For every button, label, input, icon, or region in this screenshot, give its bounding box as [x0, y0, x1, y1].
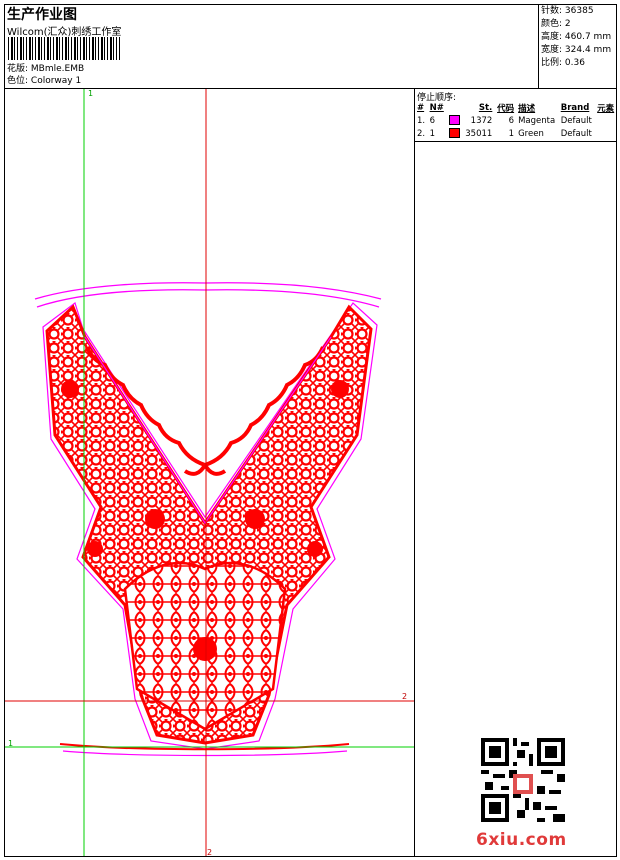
col-n: N# — [429, 102, 444, 113]
guide-v2-label: 2 — [207, 848, 213, 857]
table-divider — [414, 141, 617, 142]
design-info: 花版: MBmle.EMB 色位: Colorway 1 — [7, 63, 84, 87]
col-brand: Brand — [560, 102, 590, 113]
table-header: # N# St. 代码 描述 Brand 元素 — [415, 101, 617, 114]
spec-width: 宽度: 324.4 mm — [541, 45, 612, 55]
color-swatch — [448, 114, 460, 125]
col-code: 代码 — [497, 103, 515, 114]
company-name: Wilcom(汇众)刺绣工作室 — [7, 27, 122, 38]
col-swatch — [447, 101, 463, 114]
table-row: 2. 1 35011 1 Green Default — [417, 127, 592, 139]
qr-code — [481, 738, 565, 822]
col-desc: 描述 — [518, 103, 536, 114]
guide-v1-label: 1 — [88, 89, 94, 98]
color-swatch — [448, 127, 460, 138]
specs-divider — [538, 4, 539, 89]
barcode — [8, 37, 120, 60]
guide-h2-label: 2 — [402, 692, 408, 701]
sidebar-divider — [414, 88, 415, 857]
specs-panel: 针数: 36385 颜色: 2 高度: 460.7 mm 宽度: 324.4 m… — [541, 5, 611, 70]
page-title: 生产作业图 — [7, 7, 77, 23]
spec-height: 高度: 460.7 mm — [541, 32, 612, 42]
spec-scale: 比例: 0.36 — [541, 58, 585, 68]
col-stitches: St. — [478, 102, 493, 113]
guide-h1-label: 1 — [8, 739, 14, 748]
design-label: 花版: — [7, 64, 29, 74]
embroidery-design — [5, 89, 414, 856]
col-index: # — [417, 102, 425, 113]
colorway-label: 色位: — [7, 76, 29, 86]
spec-stitches: 针数: 36385 — [541, 6, 594, 16]
watermark: 6xiu.com — [476, 830, 567, 850]
design-value: MBmle.EMB — [30, 64, 85, 74]
color-table: # N# St. 代码 描述 Brand 元素 1. 6 1372 6 Mage… — [415, 101, 617, 140]
colorway-value: Colorway 1 — [30, 76, 82, 86]
col-element: 元素 — [597, 103, 615, 114]
table-row: 1. 6 1372 6 Magenta Default — [417, 114, 592, 126]
spec-colors: 颜色: 2 — [541, 19, 571, 29]
